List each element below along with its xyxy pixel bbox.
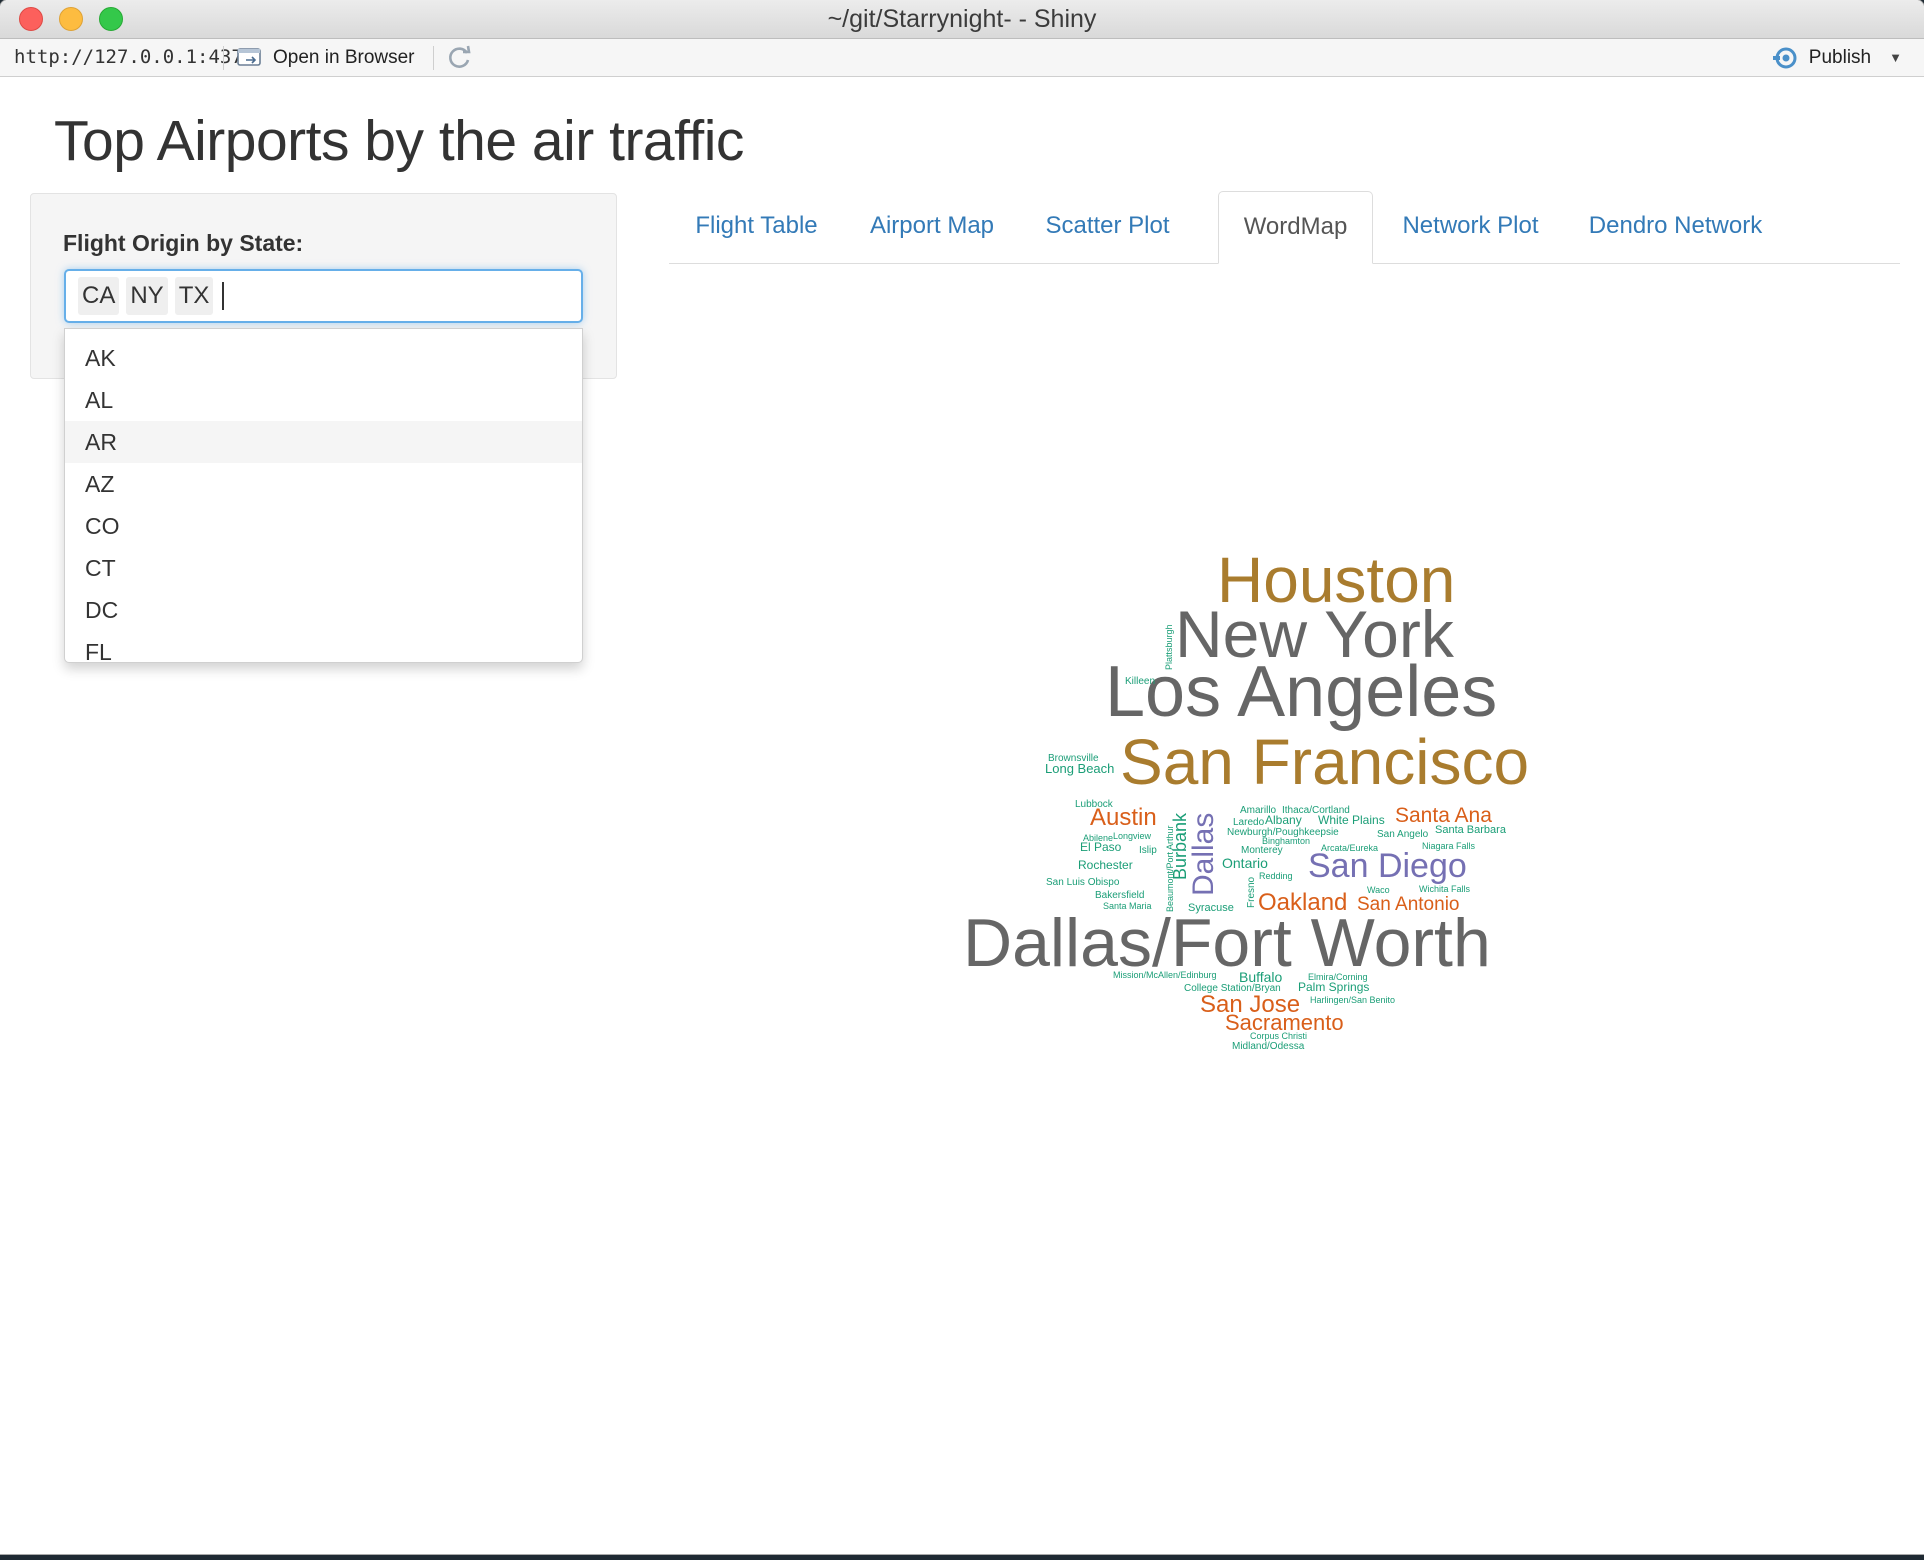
word: Midland/Odessa bbox=[1232, 1041, 1305, 1052]
airport-wordcloud: Houston New York Los Angeles San Francis… bbox=[963, 544, 1529, 1052]
word: Dallas/Fort Worth bbox=[963, 905, 1491, 981]
state-filter-label: Flight Origin by State: bbox=[63, 230, 304, 256]
word: Rochester bbox=[1078, 858, 1133, 872]
tab-dendro-network[interactable]: Dendro Network bbox=[1568, 191, 1783, 263]
tab-network-plot[interactable]: Network Plot bbox=[1373, 191, 1568, 263]
word: Redding bbox=[1259, 871, 1293, 881]
word: Santa Barbara bbox=[1435, 824, 1507, 836]
dropdown-option[interactable]: AZ bbox=[65, 463, 582, 505]
tab-scatter-plot[interactable]: Scatter Plot bbox=[1020, 191, 1195, 263]
word: Fresno bbox=[1246, 876, 1257, 908]
word: Corpus Christi bbox=[1250, 1031, 1307, 1041]
state-options-dropdown: AK AL AR AZ CO CT DC FL bbox=[64, 328, 583, 663]
word: Monterey bbox=[1241, 845, 1283, 856]
dropdown-option[interactable]: AL bbox=[65, 379, 582, 421]
word: San Luis Obispo bbox=[1046, 877, 1120, 888]
dropdown-option[interactable]: DC bbox=[65, 589, 582, 631]
title-bar: ~/git/Starrynight- - Shiny bbox=[0, 0, 1924, 39]
tab-airport-map[interactable]: Airport Map bbox=[844, 191, 1020, 263]
word: San Francisco bbox=[1120, 726, 1529, 798]
word: White Plains bbox=[1318, 813, 1385, 827]
selected-chip[interactable]: NY bbox=[126, 277, 168, 315]
selected-chip[interactable]: CA bbox=[78, 277, 120, 315]
tab-bar: Flight Table Airport Map Scatter Plot Wo… bbox=[669, 191, 1900, 264]
dropdown-option[interactable]: CT bbox=[65, 547, 582, 589]
word: San Antonio bbox=[1357, 894, 1459, 915]
word: Abilene bbox=[1083, 833, 1113, 843]
chevron-down-icon[interactable]: ▼ bbox=[1889, 50, 1902, 65]
word: Brownsville bbox=[1048, 753, 1099, 764]
viewer-toolbar: http://127.0.0.1:4376 Open in Browser Pu… bbox=[0, 39, 1924, 77]
state-select-input[interactable]: CA NY TX bbox=[64, 269, 583, 323]
word: Arcata/Eureka bbox=[1321, 843, 1378, 853]
word: Ontario bbox=[1222, 855, 1268, 871]
word: Mission/McAllen/Edinburg bbox=[1113, 970, 1217, 980]
toolbar-divider bbox=[433, 46, 434, 70]
open-in-browser-button[interactable]: Open in Browser bbox=[237, 39, 415, 76]
word: Bakersfield bbox=[1095, 890, 1144, 901]
dropdown-option-highlighted[interactable]: AR bbox=[65, 421, 582, 463]
word: Plattsburgh bbox=[1164, 624, 1174, 670]
refresh-icon[interactable] bbox=[447, 45, 473, 71]
word: Santa Maria bbox=[1103, 901, 1152, 911]
publish-icon bbox=[1772, 47, 1797, 68]
word: Lubbock bbox=[1075, 799, 1114, 810]
word: Killeen bbox=[1125, 676, 1155, 687]
publish-button[interactable]: Publish ▼ bbox=[1772, 39, 1902, 76]
word: Waco bbox=[1367, 885, 1390, 895]
tab-wordmap[interactable]: WordMap bbox=[1218, 191, 1373, 264]
word: Niagara Falls bbox=[1422, 841, 1476, 851]
word: College Station/Bryan bbox=[1184, 983, 1281, 994]
word: Oakland bbox=[1258, 889, 1347, 916]
selected-chip[interactable]: TX bbox=[174, 277, 214, 315]
browser-window-icon bbox=[237, 47, 261, 66]
word: Albany bbox=[1265, 813, 1302, 827]
word: San Angelo bbox=[1377, 829, 1429, 840]
word: Syracuse bbox=[1188, 902, 1234, 914]
word: Palm Springs bbox=[1298, 980, 1369, 994]
word: Longview bbox=[1113, 831, 1152, 841]
word: Islip bbox=[1139, 845, 1157, 856]
window-title: ~/git/Starrynight- - Shiny bbox=[827, 5, 1097, 33]
open-in-browser-label: Open in Browser bbox=[273, 46, 415, 68]
page-title: Top Airports by the air traffic bbox=[54, 109, 744, 173]
dropdown-option[interactable]: FL bbox=[65, 631, 582, 662]
dropdown-top-padding bbox=[65, 329, 582, 337]
tab-flight-table[interactable]: Flight Table bbox=[669, 191, 844, 263]
app-window: ~/git/Starrynight- - Shiny http://127.0.… bbox=[0, 0, 1924, 1554]
word: Dallas bbox=[1187, 813, 1220, 896]
dropdown-option[interactable]: AK bbox=[65, 337, 582, 379]
url-label: http://127.0.0.1:4376 bbox=[14, 46, 255, 68]
toolbar-divider bbox=[223, 46, 224, 70]
word: Beaumont/Port Arthur bbox=[1165, 825, 1175, 912]
publish-label: Publish bbox=[1808, 46, 1872, 68]
word: Harlingen/San Benito bbox=[1310, 995, 1395, 1005]
text-cursor bbox=[222, 282, 225, 310]
dropdown-option[interactable]: CO bbox=[65, 505, 582, 547]
word: Wichita Falls bbox=[1419, 884, 1471, 894]
